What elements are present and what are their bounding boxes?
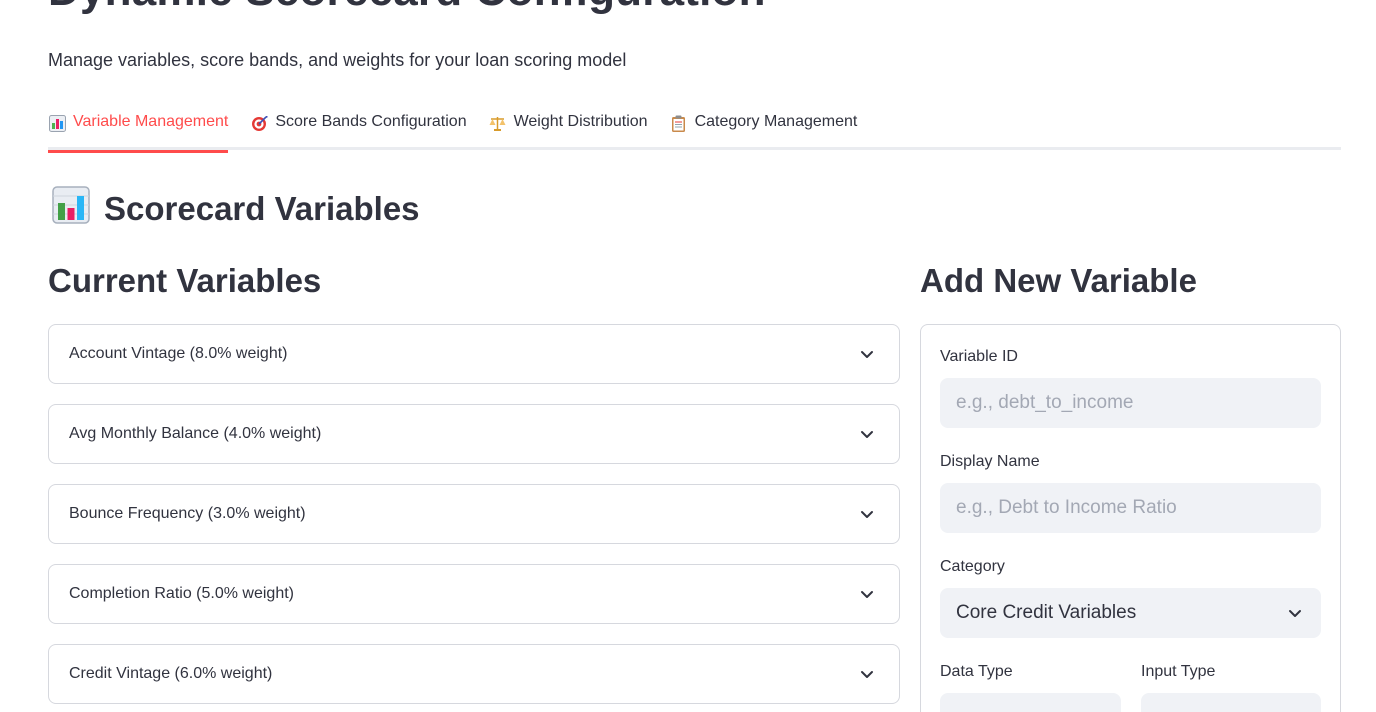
chevron-down-icon	[1289, 610, 1301, 617]
display-name-label: Display Name	[940, 453, 1040, 470]
tab-variable-management[interactable]: Variable Management	[48, 108, 229, 153]
variable-expander-label: Bounce Frequency (3.0% weight)	[69, 505, 306, 522]
variable-expander[interactable]: Avg Monthly Balance (4.0% weight)	[48, 404, 900, 464]
variable-expander-label: Credit Vintage (6.0% weight)	[69, 665, 273, 682]
variable-expander-label: Completion Ratio (5.0% weight)	[69, 585, 294, 602]
tab-score-bands[interactable]: Score Bands Configuration	[250, 108, 467, 150]
category-label: Category	[940, 558, 1005, 575]
variable-id-label: Variable ID	[940, 348, 1018, 365]
section-title: Scorecard Variables	[52, 186, 420, 232]
section-title-text: Scorecard Variables	[104, 190, 420, 227]
add-variable-title: Add New Variable	[920, 262, 1197, 299]
tab-category-management[interactable]: Category Management	[670, 108, 858, 150]
variable-expander[interactable]: Bounce Frequency (3.0% weight)	[48, 484, 900, 544]
variable-expander-label: Avg Monthly Balance (4.0% weight)	[69, 425, 322, 442]
data-type-label: Data Type	[940, 663, 1013, 680]
target-icon	[250, 114, 268, 132]
clipboard-icon	[670, 114, 688, 132]
current-variables-title: Current Variables	[48, 262, 322, 299]
bar-chart-icon	[48, 114, 66, 132]
data-type-select[interactable]	[940, 693, 1121, 712]
chevron-down-icon	[861, 351, 873, 358]
tab-label: Weight Distribution	[513, 113, 648, 130]
tab-label: Category Management	[694, 113, 858, 130]
category-select-value: Core Credit Variables	[956, 602, 1137, 623]
tab-bar: Variable Management Score Bands Configur…	[48, 108, 1341, 153]
bar-chart-icon	[52, 186, 90, 232]
variable-id-input[interactable]	[940, 378, 1321, 428]
variable-expander[interactable]: Completion Ratio (5.0% weight)	[48, 564, 900, 624]
chevron-down-icon	[861, 671, 873, 678]
display-name-input[interactable]	[940, 483, 1321, 533]
variable-expander-label: Account Vintage (8.0% weight)	[69, 345, 288, 362]
tab-weight-distribution[interactable]: Weight Distribution	[489, 108, 648, 150]
input-type-label: Input Type	[1141, 663, 1216, 680]
tab-label: Variable Management	[73, 113, 229, 130]
chevron-down-icon	[861, 511, 873, 518]
chevron-down-icon	[861, 431, 873, 438]
category-select[interactable]: Core Credit Variables	[940, 588, 1321, 638]
input-type-select[interactable]	[1141, 693, 1321, 712]
scales-icon	[489, 114, 507, 132]
page-subtitle: Manage variables, score bands, and weigh…	[48, 50, 627, 70]
tab-label: Score Bands Configuration	[275, 113, 467, 130]
chevron-down-icon	[861, 591, 873, 598]
variable-expander[interactable]: Account Vintage (8.0% weight)	[48, 324, 900, 384]
page-title: Dynamic Scorecard Configuration	[48, 0, 766, 16]
variable-expander[interactable]: Credit Vintage (6.0% weight)	[48, 644, 900, 704]
